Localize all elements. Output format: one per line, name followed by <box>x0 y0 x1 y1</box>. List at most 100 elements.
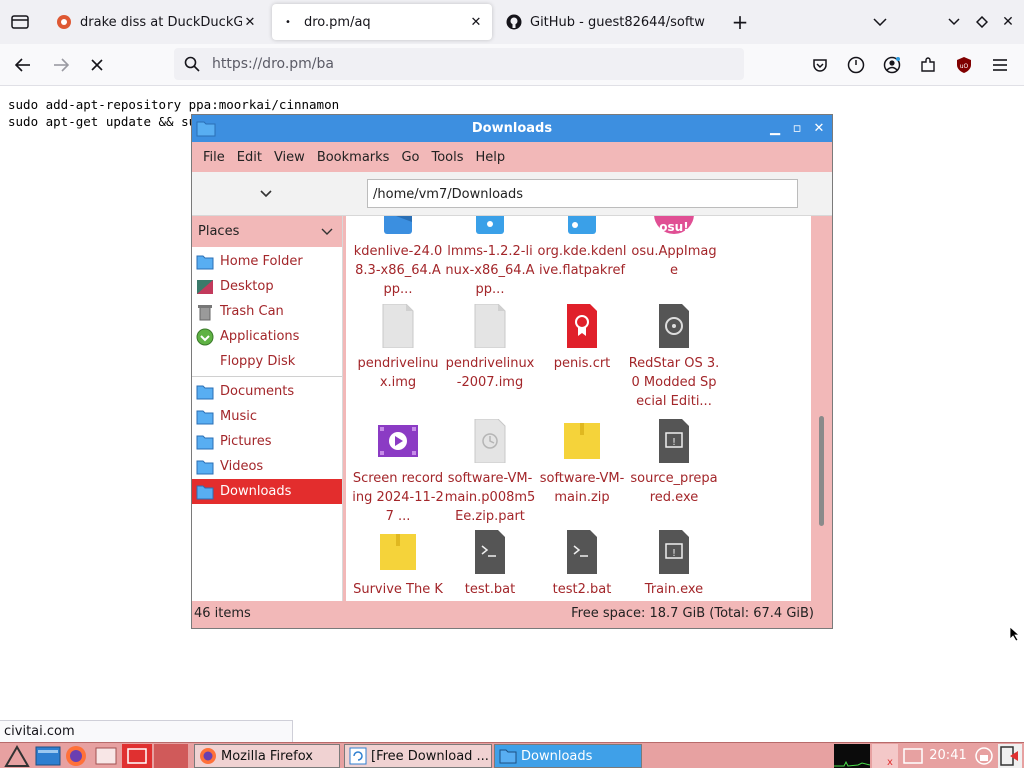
file-item[interactable]: osu! osu.AppImage <box>628 216 720 280</box>
item-count: 46 items <box>194 605 251 621</box>
chevron-down-icon <box>260 190 272 198</box>
minimize-window-button[interactable] <box>944 10 964 34</box>
sidebar-item-downloads[interactable]: Downloads <box>192 479 342 504</box>
file-item[interactable]: RedStar OS 3.0 Modded Special Editi... <box>628 304 720 411</box>
url-text: https://dro.pm/ba <box>212 56 334 72</box>
file-item[interactable]: test.bat <box>444 530 536 599</box>
file-item[interactable]: ! source_prepared.exe <box>628 419 720 507</box>
workspace-1[interactable] <box>122 744 152 768</box>
sidebar-item-pictures[interactable]: Pictures <box>192 429 342 454</box>
new-tab-button[interactable]: + <box>728 10 752 34</box>
close-button[interactable]: ✕ <box>810 119 828 137</box>
account-button[interactable] <box>880 52 904 78</box>
file-item[interactable]: software-VM-main.p008m5Ee.zip.part <box>444 418 536 526</box>
close-icon: ✕ <box>1002 14 1014 30</box>
menu-help[interactable]: Help <box>470 150 512 165</box>
menu-view[interactable]: View <box>268 150 311 165</box>
dot-icon: • <box>285 16 291 28</box>
puzzle-icon <box>921 57 935 72</box>
list-all-tabs-button[interactable] <box>868 10 892 34</box>
firefox-view-button[interactable] <box>8 10 32 34</box>
launcher-firefox[interactable] <box>62 744 90 768</box>
clock[interactable]: 20:41 <box>928 744 968 768</box>
sidebar-item-desktop[interactable]: Desktop <box>192 274 342 299</box>
sidebar-item-documents[interactable]: Documents <box>192 379 342 404</box>
file-name: source_prepared.exe <box>630 471 718 505</box>
file-name: Survive The KSI Song.zip <box>353 582 443 597</box>
places-header[interactable]: Places <box>192 216 342 247</box>
logout-icon <box>1000 746 1018 766</box>
taskbar-item-firefox[interactable]: Mozilla Firefox <box>194 744 340 768</box>
file-item[interactable]: lmms-1.2.2-linux-x86_64.App... <box>444 216 536 299</box>
file-item[interactable]: org.kde.kdenlive.flatpakref <box>536 216 628 280</box>
app-menu-button[interactable] <box>988 52 1012 78</box>
vertical-scrollbar[interactable] <box>817 216 827 601</box>
network-muted-icon[interactable]: x <box>872 744 898 768</box>
sidebar-item-home[interactable]: Home Folder <box>192 249 342 274</box>
clipboard-icon[interactable] <box>900 744 926 768</box>
close-icon[interactable]: ✕ <box>242 15 258 30</box>
menu-bar: File Edit View Bookmarks Go Tools Help <box>192 142 832 172</box>
file-item[interactable]: software-VM-main.zip <box>536 419 628 507</box>
tab-duckduckgo[interactable]: drake diss at DuckDuckGo ✕ <box>48 4 266 40</box>
maximize-window-button[interactable] <box>972 10 992 34</box>
stop-button[interactable] <box>84 52 110 78</box>
file-item[interactable]: test2.bat <box>536 530 628 599</box>
extensions-button[interactable] <box>916 52 940 78</box>
toolbar: /home/vm7/Downloads <box>192 172 832 216</box>
appimage-icon <box>470 216 510 236</box>
menu-bookmarks[interactable]: Bookmarks <box>311 150 396 165</box>
file-item[interactable]: kdenlive-24.08.3-x86_64.App... <box>352 216 444 299</box>
history-dropdown-button[interactable] <box>254 185 278 203</box>
menu-edit[interactable]: Edit <box>231 150 268 165</box>
sidebar-item-label: Applications <box>220 329 300 344</box>
sidebar-item-label: Downloads <box>220 484 292 499</box>
taskbar-item-downloads[interactable]: Downloads <box>494 744 642 768</box>
menu-go[interactable]: Go <box>395 150 425 165</box>
lock-screen-button[interactable] <box>972 744 996 768</box>
maximize-button[interactable]: ▫ <box>788 119 806 137</box>
ublock-button[interactable]: uO <box>952 52 976 78</box>
workspace-icon <box>127 748 147 764</box>
tab-github[interactable]: GitHub - guest82644/softw <box>498 4 716 40</box>
tab-title: GitHub - guest82644/softw <box>530 14 705 30</box>
pocket-button[interactable] <box>808 52 832 78</box>
show-desktop-button[interactable] <box>92 744 120 768</box>
minimize-button[interactable]: ▁ <box>766 119 784 137</box>
file-item[interactable]: pendrivelinux-2007.img <box>444 303 536 392</box>
scrollbar-thumb[interactable] <box>819 416 824 526</box>
sync-button[interactable] <box>844 52 868 78</box>
file-manager-window: Downloads ▁ ▫ ✕ File Edit View Bookmarks… <box>191 114 833 629</box>
zip-icon <box>378 530 418 574</box>
tab-title: drake diss at DuckDuckGo <box>80 14 242 30</box>
forward-button[interactable] <box>48 52 74 78</box>
sidebar-item-trash[interactable]: Trash Can <box>192 299 342 324</box>
back-button[interactable] <box>10 52 36 78</box>
taskbar-item-download[interactable]: [Free Download ... <box>344 744 492 768</box>
url-bar[interactable]: https://dro.pm/ba <box>174 48 744 80</box>
sidebar-item-videos[interactable]: Videos <box>192 454 342 479</box>
sidebar-item-floppy[interactable]: Floppy Disk <box>192 349 342 374</box>
tab-dro-pm[interactable]: • dro.pm/aq ✕ <box>272 4 492 40</box>
file-item[interactable]: penis.crt <box>536 304 628 373</box>
logout-button[interactable] <box>998 744 1022 768</box>
svg-text:!: ! <box>672 548 676 559</box>
menu-tools[interactable]: Tools <box>425 150 469 165</box>
file-icon <box>470 303 510 349</box>
menu-file[interactable]: File <box>197 150 231 165</box>
start-menu-button[interactable] <box>2 744 32 768</box>
file-item[interactable]: Survive The KSI Song.zip <box>352 530 444 601</box>
sidebar-item-music[interactable]: Music <box>192 404 342 429</box>
path-bar[interactable]: /home/vm7/Downloads <box>367 179 798 208</box>
sidebar-item-applications[interactable]: Applications <box>192 324 342 349</box>
close-icon[interactable]: ✕ <box>468 15 484 30</box>
file-item[interactable]: ! Train.exe <box>628 530 720 599</box>
close-window-button[interactable]: ✕ <box>998 10 1018 34</box>
music-folder-icon <box>196 408 214 426</box>
file-item[interactable]: Screen recording 2024-11-27 ... <box>352 419 444 526</box>
launcher-file-manager[interactable] <box>34 744 62 768</box>
window-titlebar[interactable]: Downloads ▁ ▫ ✕ <box>192 115 832 142</box>
folder-icon <box>499 747 517 765</box>
workspace-2[interactable] <box>154 744 188 768</box>
file-item[interactable]: pendrivelinux.img <box>352 303 444 392</box>
